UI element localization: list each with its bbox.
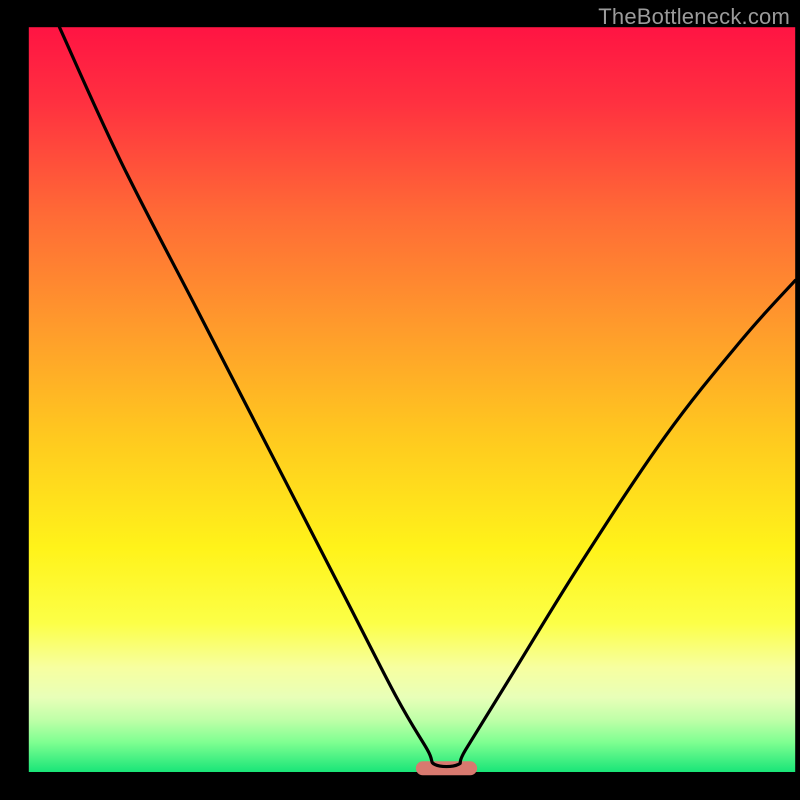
- plot-background: [29, 27, 795, 772]
- bottleneck-chart: [0, 0, 800, 800]
- optimal-marker: [416, 761, 477, 775]
- watermark-text: TheBottleneck.com: [598, 4, 790, 30]
- chart-frame: TheBottleneck.com: [0, 0, 800, 800]
